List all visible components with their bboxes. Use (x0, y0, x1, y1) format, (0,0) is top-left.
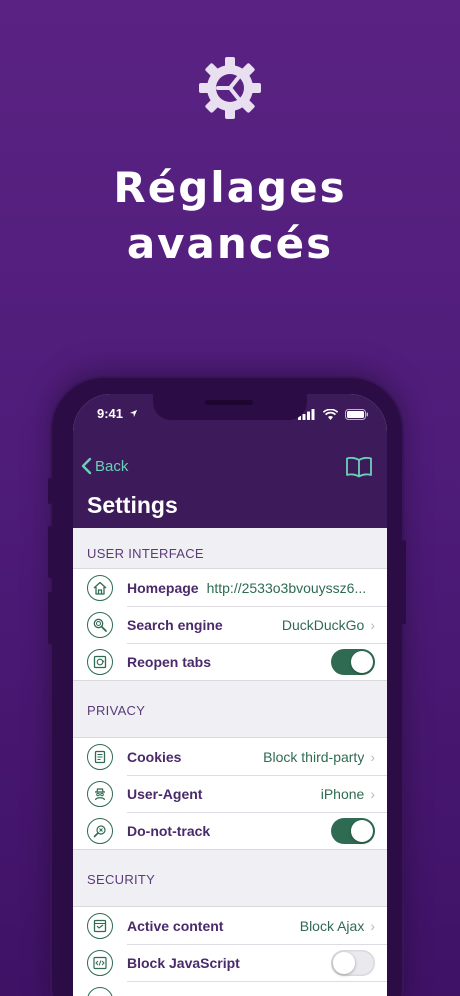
setting-label: Cookies (127, 748, 182, 765)
page-title: Settings (87, 492, 178, 518)
toggle-knob (351, 650, 373, 673)
section-privacy: Cookies Block third-party › User-Agent i… (73, 737, 387, 850)
gear-icon (199, 57, 261, 119)
setting-label: Homepage (127, 579, 199, 596)
phone-notch (153, 394, 307, 420)
setting-value: DuckDuckGo (281, 616, 365, 633)
toggle-knob (351, 819, 373, 842)
section-header-user-interface: USER INTERFACE (87, 546, 204, 561)
setting-search-engine[interactable]: Search engine DuckDuckGo › (73, 606, 387, 643)
setting-label: Reopen tabs (127, 653, 212, 670)
hero-title-line1: Réglages (113, 163, 347, 212)
phone-power-button (402, 540, 406, 624)
phone-volume-down (48, 592, 52, 644)
setting-row-partial (73, 981, 387, 996)
chevron-left-icon (81, 457, 92, 475)
setting-cookies[interactable]: Cookies Block third-party › (73, 738, 387, 775)
chevron-right-icon: › (370, 917, 375, 934)
setting-homepage[interactable]: Homepage http://2533o3bvouyssz6... (73, 569, 387, 606)
setting-value: Block third-party (263, 748, 365, 765)
setting-user-agent[interactable]: User-Agent iPhone › (73, 775, 387, 812)
setting-label: Active content (127, 917, 224, 934)
section-header-security: SECURITY (87, 872, 156, 887)
section-user-interface: Homepage http://2533o3bvouyssz6... Searc… (73, 568, 387, 681)
setting-value: http://2533o3bvouyssz6... (206, 579, 367, 596)
setting-reopen-tabs: Reopen tabs (73, 643, 387, 680)
location-arrow-icon (129, 409, 137, 418)
section-security: Active content Block Ajax › Block JavaSc… (73, 906, 387, 996)
phone-silent-switch (48, 478, 52, 504)
block-javascript-toggle[interactable] (331, 949, 375, 976)
setting-label: Block JavaScript (127, 954, 240, 971)
navigation-bar: 9:41 Back Settings (73, 394, 387, 528)
reopen-tabs-toggle[interactable] (331, 648, 375, 675)
setting-label: Search engine (127, 616, 223, 633)
setting-block-javascript: Block JavaScript (73, 944, 387, 981)
settings-list: USER INTERFACE Homepage http://2533o3bvo… (73, 528, 387, 996)
active-content-icon (87, 912, 113, 939)
setting-label: Do-not-track (127, 822, 211, 839)
hero-title-line2: avancés (126, 219, 334, 268)
status-indicators (298, 407, 369, 420)
notch-speaker (205, 400, 253, 405)
setting-active-content[interactable]: Active content Block Ajax › (73, 907, 387, 944)
wifi-icon (322, 408, 338, 420)
partial-row-icon (87, 986, 113, 996)
phone-volume-up (48, 526, 52, 578)
toggle-knob (333, 951, 355, 974)
hero-title: Réglages avancés (0, 160, 460, 272)
battery-icon (345, 409, 368, 420)
back-button[interactable]: Back (81, 457, 128, 475)
do-not-track-icon (87, 817, 113, 844)
javascript-icon (87, 949, 113, 976)
section-header-privacy: PRIVACY (87, 703, 146, 718)
setting-label: User-Agent (127, 785, 203, 802)
back-label: Back (95, 457, 129, 475)
search-icon (87, 611, 113, 638)
tabs-icon (87, 648, 113, 675)
bookmarks-icon[interactable] (345, 456, 373, 478)
setting-value: Block Ajax (299, 917, 365, 934)
do-not-track-toggle[interactable] (331, 817, 375, 844)
cookie-icon (87, 743, 113, 770)
setting-do-not-track: Do-not-track (73, 812, 387, 849)
phone-screen: 9:41 Back Settings USER INTERFACE Homepa… (73, 394, 387, 996)
setting-value: iPhone (320, 785, 365, 802)
chevron-right-icon: › (370, 616, 375, 633)
agent-icon (87, 780, 113, 807)
home-icon (87, 574, 113, 601)
status-time: 9:41 (97, 406, 138, 421)
chevron-right-icon: › (370, 748, 375, 765)
chevron-right-icon: › (370, 785, 375, 802)
